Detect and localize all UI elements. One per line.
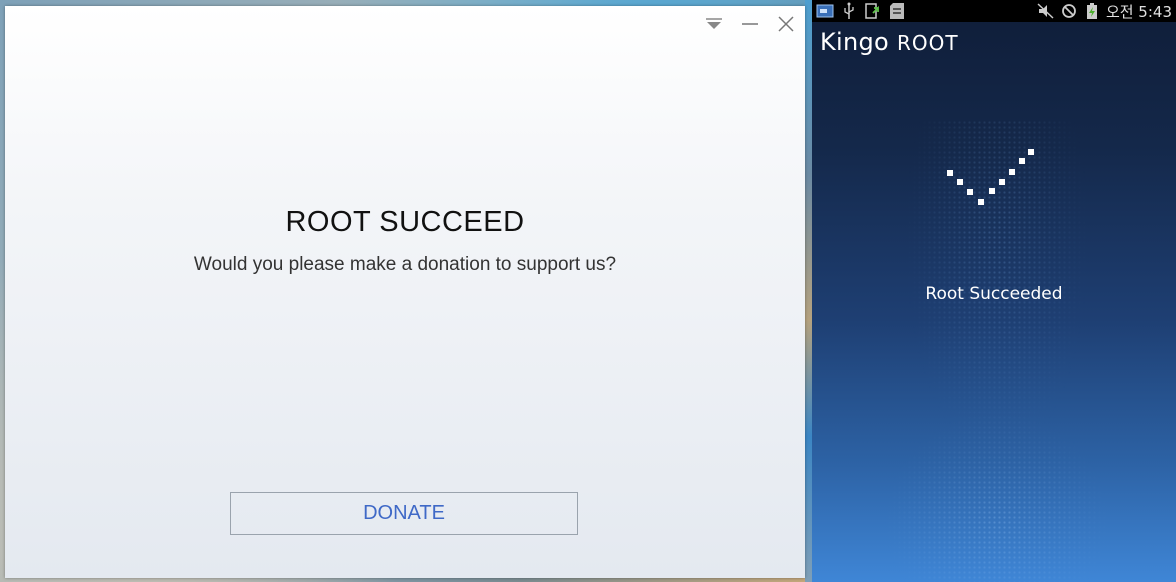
status-time: 오전 5:43: [1105, 2, 1172, 21]
battery-charging-icon: [1083, 2, 1101, 20]
app-title-main: Kingo: [820, 28, 890, 56]
upload-icon: [864, 2, 882, 20]
status-bar: 오전 5:43: [812, 0, 1176, 22]
desktop-edge: [805, 0, 812, 582]
donate-button[interactable]: DONATE: [230, 492, 578, 535]
app-title-sub: ROOT: [896, 31, 959, 55]
usb-icon: [840, 2, 858, 20]
screenshot-icon: [816, 2, 834, 20]
sd-card-icon: [888, 2, 906, 20]
root-status-text: Root Succeeded: [925, 284, 1063, 304]
mute-icon: [1037, 2, 1055, 20]
checkmark-dots-icon: [942, 145, 1042, 220]
dialog-subtitle: Would you please make a donation to supp…: [193, 254, 617, 275]
minimize-icon[interactable]: [739, 14, 761, 34]
close-icon[interactable]: [775, 14, 797, 34]
dot-pattern-bottom: [852, 380, 1142, 582]
phone-screen: 오전 5:43 Kingo ROOT Root Succeeded: [812, 0, 1176, 582]
no-sign-icon: [1060, 2, 1078, 20]
app-title: Kingo ROOT: [820, 28, 959, 56]
dialog-title: ROOT SUCCEED: [285, 206, 525, 238]
window-controls: [703, 14, 797, 34]
dropdown-triangle-icon[interactable]: [703, 14, 725, 34]
root-succeed-dialog: ROOT SUCCEED Would you please make a don…: [5, 6, 805, 578]
